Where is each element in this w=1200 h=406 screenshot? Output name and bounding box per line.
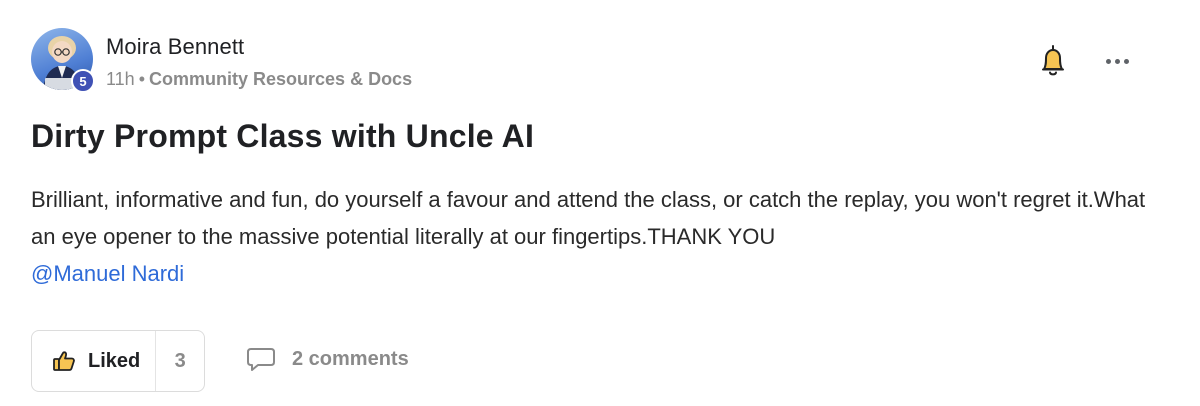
like-label: Liked	[88, 349, 141, 372]
like-count[interactable]: 3	[156, 350, 204, 373]
post-meta: 11h • Community Resources & Docs	[106, 69, 412, 90]
post-category-link[interactable]: Community Resources & Docs	[149, 69, 412, 89]
user-mention-link[interactable]: @Manuel Nardi	[31, 261, 184, 286]
meta-separator: •	[138, 69, 146, 89]
level-badge: 5	[71, 69, 95, 93]
comments-button[interactable]: 2 comments	[246, 345, 409, 373]
more-dot	[1114, 58, 1120, 64]
more-options-icon[interactable]	[1101, 50, 1133, 72]
comments-label: 2 comments	[292, 347, 409, 370]
more-dot	[1105, 58, 1111, 64]
thumbs-up-icon	[53, 351, 75, 371]
comment-bubble-icon	[247, 348, 275, 371]
author-avatar-container[interactable]: 5	[31, 28, 95, 93]
more-dot	[1123, 58, 1129, 64]
like-button[interactable]: Liked	[32, 331, 157, 391]
bell-icon[interactable]	[1040, 44, 1066, 78]
post-time: 11h	[106, 69, 135, 89]
post-title[interactable]: Dirty Prompt Class with Uncle AI	[31, 118, 534, 155]
post-body-text: Brilliant, informative and fun, do yours…	[31, 187, 1146, 249]
post-body: Brilliant, informative and fun, do yours…	[31, 181, 1171, 292]
author-name[interactable]: Moira Bennett	[106, 34, 244, 60]
community-post: 5 Moira Bennett 11h • Community Resources …	[0, 0, 1200, 406]
like-control: Liked 3	[31, 330, 205, 392]
